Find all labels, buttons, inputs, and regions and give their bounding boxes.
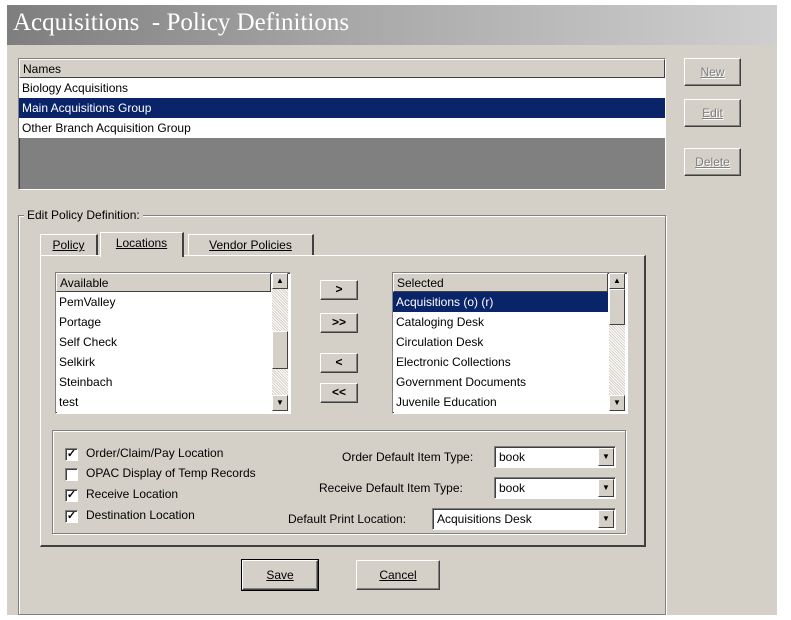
remove-all-button[interactable]: << xyxy=(320,383,358,403)
scroll-thumb[interactable] xyxy=(609,289,625,325)
names-list[interactable]: Names Biology Acquisitions Main Acquisit… xyxy=(18,58,666,190)
policy-definitions-window: Acquisitions - Policy Definitions Names … xyxy=(0,0,791,620)
available-item[interactable]: Portage xyxy=(56,312,290,332)
edit-button[interactable]: Edit xyxy=(684,99,741,127)
names-row[interactable]: Biology Acquisitions xyxy=(19,78,665,98)
receive-location-checkbox[interactable]: ✓ xyxy=(65,489,78,502)
available-item[interactable]: test xyxy=(56,392,290,412)
order-claim-pay-label[interactable]: Order/Claim/Pay Location xyxy=(86,446,223,460)
available-scrollbar[interactable]: ▲ ▼ xyxy=(272,273,288,411)
delete-button-label: Delete xyxy=(695,155,730,169)
receive-default-item-type-label: Receive Default Item Type: xyxy=(319,481,463,495)
dropdown-arrow-icon[interactable]: ▼ xyxy=(598,510,614,528)
default-print-location-value: Acquisitions Desk xyxy=(437,512,532,526)
receive-default-item-type-value: book xyxy=(499,481,526,495)
available-column-header[interactable]: Available xyxy=(56,273,271,292)
check-mark-icon: ✓ xyxy=(66,448,77,460)
new-button-label: New xyxy=(700,65,725,79)
selected-column-header[interactable]: Selected xyxy=(393,273,608,292)
available-list[interactable]: Available PemValley Portage Self Check S… xyxy=(55,272,291,414)
destination-location-checkbox[interactable]: ✓ xyxy=(65,510,78,523)
dropdown-arrow-icon[interactable]: ▼ xyxy=(598,448,614,466)
receive-location-label[interactable]: Receive Location xyxy=(86,487,178,501)
opac-display-checkbox[interactable] xyxy=(65,468,78,481)
selected-scrollbar[interactable]: ▲ ▼ xyxy=(609,273,625,411)
add-button[interactable]: > xyxy=(320,280,358,300)
selected-list[interactable]: Selected Acquisitions (o) (r) Cataloging… xyxy=(392,272,628,414)
names-row[interactable]: Other Branch Acquisition Group xyxy=(19,118,665,138)
scroll-thumb[interactable] xyxy=(272,331,288,369)
window-title: Acquisitions - Policy Definitions xyxy=(13,9,350,36)
add-all-button[interactable]: >> xyxy=(320,313,358,333)
order-default-item-type-value: book xyxy=(499,450,526,464)
title-bar: Acquisitions - Policy Definitions xyxy=(7,5,777,45)
edit-button-label: Edit xyxy=(702,106,723,120)
dropdown-arrow-icon[interactable]: ▼ xyxy=(598,479,614,497)
selected-item[interactable]: Cataloging Desk xyxy=(393,312,627,332)
cancel-button-label: Cancel xyxy=(379,568,417,582)
order-default-item-type-label: Order Default Item Type: xyxy=(342,450,474,464)
order-default-item-type-select[interactable]: book ▼ xyxy=(494,446,616,468)
scroll-up-icon[interactable]: ▲ xyxy=(272,273,288,289)
edit-policy-group-label: Edit Policy Definition: xyxy=(24,208,143,222)
save-button[interactable]: Save xyxy=(241,559,319,591)
selected-item[interactable]: Government Documents xyxy=(393,372,627,392)
selected-item[interactable]: Juvenile Education xyxy=(393,392,627,412)
delete-button[interactable]: Delete xyxy=(684,148,741,176)
available-item[interactable]: Self Check xyxy=(56,332,290,352)
tab-vendor-policies[interactable]: Vendor Policies xyxy=(188,234,314,256)
check-mark-icon: ✓ xyxy=(66,489,77,501)
scroll-down-icon[interactable]: ▼ xyxy=(272,395,288,411)
order-claim-pay-checkbox[interactable]: ✓ xyxy=(65,448,78,461)
selected-item-highlighted[interactable]: Acquisitions (o) (r) xyxy=(393,292,608,312)
save-button-label: Save xyxy=(266,568,294,582)
scroll-up-icon[interactable]: ▲ xyxy=(609,273,625,289)
available-item[interactable]: Steinbach xyxy=(56,372,290,392)
default-print-location-label: Default Print Location: xyxy=(288,512,407,526)
selected-item[interactable]: Circulation Desk xyxy=(393,332,627,352)
tab-vendor-policies-label: Vendor Policies xyxy=(209,238,292,252)
remove-button[interactable]: < xyxy=(320,353,358,373)
cancel-button[interactable]: Cancel xyxy=(356,560,440,590)
default-print-location-select[interactable]: Acquisitions Desk ▼ xyxy=(432,508,616,530)
check-mark-icon: ✓ xyxy=(66,510,77,522)
destination-location-label[interactable]: Destination Location xyxy=(86,508,195,522)
tab-policy-label: Policy xyxy=(52,238,85,252)
available-item[interactable]: Selkirk xyxy=(56,352,290,372)
scroll-down-icon[interactable]: ▼ xyxy=(609,395,625,411)
tab-locations[interactable]: Locations xyxy=(100,232,184,257)
opac-display-label[interactable]: OPAC Display of Temp Records xyxy=(86,466,256,480)
tab-locations-label: Locations xyxy=(115,236,168,250)
available-item[interactable]: PemValley xyxy=(56,292,290,312)
tab-policy[interactable]: Policy xyxy=(40,234,98,256)
new-button[interactable]: New xyxy=(684,58,741,86)
names-column-header[interactable]: Names xyxy=(19,59,665,78)
names-row-selected[interactable]: Main Acquisitions Group xyxy=(19,98,665,118)
receive-default-item-type-select[interactable]: book ▼ xyxy=(494,477,616,499)
selected-item[interactable]: Electronic Collections xyxy=(393,352,627,372)
